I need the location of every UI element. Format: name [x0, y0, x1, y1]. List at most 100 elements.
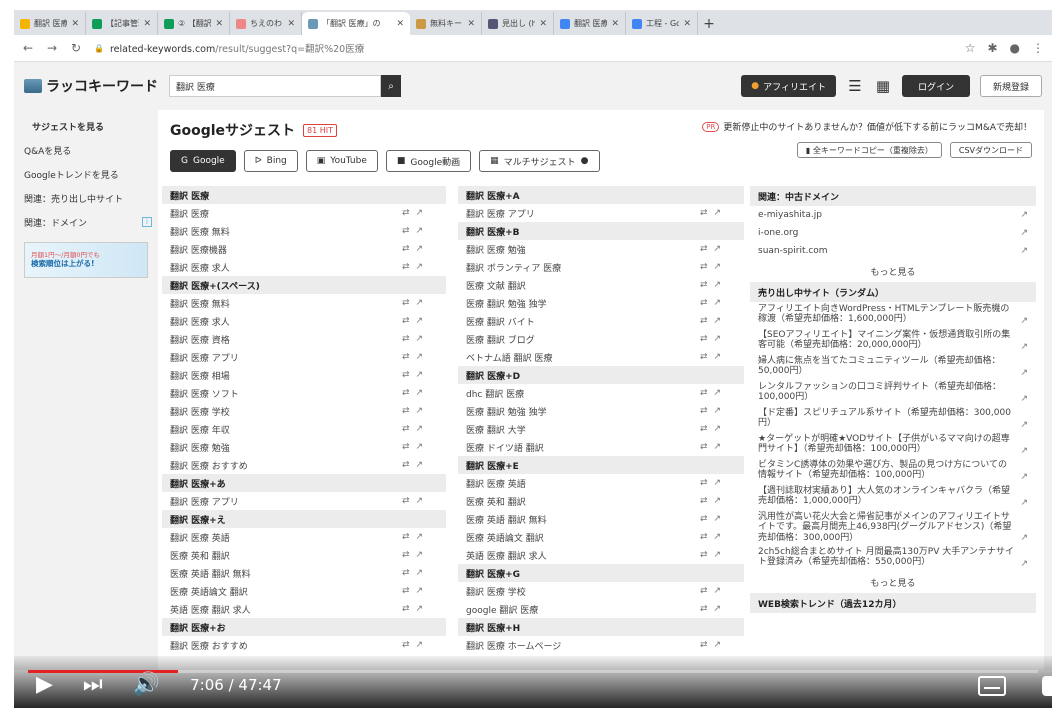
csv-download-button[interactable]: CSVダウンロード: [949, 142, 1032, 158]
keyword-row[interactable]: 翻訳 医療 求人 ⇄ ↗: [162, 258, 446, 276]
external-link-icon[interactable]: ↗: [714, 280, 722, 290]
affiliate-button[interactable]: ● アフィリエイト: [741, 75, 836, 97]
external-link-icon[interactable]: ↗: [714, 514, 722, 524]
site-for-sale-row[interactable]: ★ターゲットが明確★VODサイト【子供がいるママ向けの超専門サイト】（希望売却価…: [750, 432, 1036, 458]
related-search-icon[interactable]: ⇄: [700, 208, 708, 218]
browser-menu-icon[interactable]: ⋮: [1032, 41, 1044, 55]
back-icon[interactable]: ←: [22, 41, 34, 55]
external-link-icon[interactable]: ↗: [416, 532, 424, 542]
keyword-row[interactable]: 英語 医療 翻訳 求人 ⇄ ↗: [162, 600, 446, 618]
related-search-icon[interactable]: ⇄: [402, 550, 410, 560]
related-search-icon[interactable]: ⇄: [402, 208, 410, 218]
related-search-icon[interactable]: ⇄: [700, 496, 708, 506]
keyword-row[interactable]: 医療 翻訳 大学 ⇄ ↗: [458, 420, 744, 438]
external-link-icon[interactable]: ↗: [714, 550, 722, 560]
related-search-icon[interactable]: ⇄: [402, 442, 410, 452]
external-link-icon[interactable]: ↗: [1020, 394, 1028, 404]
site-description[interactable]: アフィリエイト向きWordPress・HTMLテンプレート販売機の稼渡（希望売却…: [758, 304, 1009, 324]
keyword-text[interactable]: 翻訳 医療 求人: [170, 261, 402, 274]
site-for-sale-row[interactable]: 汎用性が高い花火大会と帰省記事がメインのアフィリエイトサイトです。最高月間売上4…: [750, 510, 1036, 545]
search-icon[interactable]: ⌕: [381, 75, 401, 97]
keyword-row[interactable]: 翻訳 医療 無料 ⇄ ↗: [162, 294, 446, 312]
site-for-sale-row[interactable]: 【週刊誌取材実績あり】大人気のオンラインキャバクラ（希望売却価格：1,000,0…: [750, 484, 1036, 510]
sidebar-item-sites-for-sale[interactable]: 関連：売り出し中サイト: [14, 186, 158, 210]
external-link-icon[interactable]: ↗: [1020, 498, 1028, 508]
keyword-row[interactable]: 翻訳 医療 アプリ ⇄ ↗: [162, 348, 446, 366]
external-link-icon[interactable]: ↗: [714, 478, 722, 488]
keyword-text[interactable]: 翻訳 医療 アプリ: [466, 207, 700, 220]
keyword-text[interactable]: 翻訳 医療 おすすめ: [170, 459, 402, 472]
sidebar-item-trends[interactable]: Googleトレンドを見る: [14, 162, 158, 186]
related-search-icon[interactable]: ⇄: [700, 442, 708, 452]
related-search-icon[interactable]: ⇄: [700, 586, 708, 596]
keyword-text[interactable]: 医療 翻訳 バイト: [466, 315, 700, 328]
keyword-text[interactable]: 翻訳 医療 資格: [170, 333, 402, 346]
site-for-sale-row[interactable]: アフィリエイト向きWordPress・HTMLテンプレート販売機の稼渡（希望売却…: [750, 302, 1036, 328]
domain-name[interactable]: i-one.org: [758, 228, 1020, 238]
external-link-icon[interactable]: ↗: [416, 388, 424, 398]
related-search-icon[interactable]: ⇄: [402, 226, 410, 236]
keyword-text[interactable]: 翻訳 医療 アプリ: [170, 351, 402, 364]
external-link-icon[interactable]: ↗: [714, 586, 722, 596]
keyword-row[interactable]: ベトナム語 翻訳 医療 ⇄ ↗: [458, 348, 744, 366]
keyword-row[interactable]: 翻訳 医療 無料 ⇄ ↗: [162, 222, 446, 240]
external-link-icon[interactable]: ↗: [714, 388, 722, 398]
external-link-icon[interactable]: ↗: [416, 496, 424, 506]
browser-tab[interactable]: 【記事管理シー ✕: [86, 12, 158, 35]
site-for-sale-row[interactable]: 【SEOアフィリエイト】マイニング案件・仮想通貨取引所の集客可能（希望売却価格：…: [750, 328, 1036, 354]
external-link-icon[interactable]: ↗: [416, 568, 424, 578]
keyword-row[interactable]: 医療 翻訳 勉強 独学 ⇄ ↗: [458, 294, 744, 312]
external-link-icon[interactable]: ↗: [1020, 446, 1028, 456]
related-search-icon[interactable]: ⇄: [700, 388, 708, 398]
external-link-icon[interactable]: ↗: [416, 262, 424, 272]
external-link-icon[interactable]: ↗: [416, 424, 424, 434]
related-search-icon[interactable]: ⇄: [402, 640, 410, 650]
external-link-icon[interactable]: ↗: [1020, 246, 1028, 256]
keyword-row[interactable]: 翻訳 医療 アプリ ⇄ ↗: [162, 492, 446, 510]
keyword-text[interactable]: 医療 文献 翻訳: [466, 279, 700, 292]
volume-icon[interactable]: 🔊: [133, 674, 160, 696]
external-link-icon[interactable]: ↗: [416, 208, 424, 218]
related-search-icon[interactable]: ⇄: [402, 496, 410, 506]
keyword-row[interactable]: 医療 翻訳 バイト ⇄ ↗: [458, 312, 744, 330]
more-domains-link[interactable]: もっと見る: [750, 260, 1036, 282]
keyword-row[interactable]: 医療 英語論文 翻訳 ⇄ ↗: [162, 582, 446, 600]
keyword-row[interactable]: 翻訳 医療 英語 ⇄ ↗: [162, 528, 446, 546]
keyword-row[interactable]: 翻訳 医療 おすすめ ⇄ ↗: [162, 636, 446, 654]
browser-tab[interactable]: 無料キーワード ✕: [410, 12, 482, 35]
related-search-icon[interactable]: ⇄: [700, 280, 708, 290]
keyword-row[interactable]: 翻訳 医療 学校 ⇄ ↗: [162, 402, 446, 420]
external-link-icon[interactable]: ↗: [1020, 342, 1028, 352]
domain-name[interactable]: e-miyashita.jp: [758, 210, 1020, 220]
external-link-icon[interactable]: ↗: [416, 244, 424, 254]
play-icon[interactable]: ▶: [36, 674, 53, 696]
keyword-row[interactable]: 英語 医療 翻訳 求人 ⇄ ↗: [458, 546, 744, 564]
keyword-text[interactable]: 翻訳 医療 学校: [170, 405, 402, 418]
keyword-row[interactable]: 医療 翻訳 ブログ ⇄ ↗: [458, 330, 744, 348]
keyword-row[interactable]: 医療 英語 翻訳 無料 ⇄ ↗: [162, 564, 446, 582]
keyword-row[interactable]: 翻訳 医療 年収 ⇄ ↗: [162, 420, 446, 438]
keyword-text[interactable]: 翻訳 医療 学校: [466, 585, 700, 598]
extension-icon[interactable]: ✱: [987, 41, 997, 55]
external-link-icon[interactable]: ↗: [714, 208, 722, 218]
keyword-row[interactable]: google 翻訳 医療 ⇄ ↗: [458, 600, 744, 618]
related-search-icon[interactable]: ⇄: [700, 316, 708, 326]
keyword-text[interactable]: 翻訳 医療 おすすめ: [170, 639, 402, 652]
related-search-icon[interactable]: ⇄: [700, 640, 708, 650]
keyword-row[interactable]: 翻訳 医療 求人 ⇄ ↗: [162, 312, 446, 330]
keyword-text[interactable]: 翻訳 ボランティア 医療: [466, 261, 700, 274]
keyword-text[interactable]: 翻訳 医療 アプリ: [170, 495, 402, 508]
keyword-text[interactable]: 翻訳 医療 英語: [170, 531, 402, 544]
forward-icon[interactable]: →: [46, 41, 58, 55]
external-link-icon[interactable]: ↗: [416, 370, 424, 380]
register-button[interactable]: 新規登録: [979, 75, 1042, 97]
site-for-sale-row[interactable]: ビタミンC誘導体の効果や選び方、製品の見つけ方についての情報サイト（希望売却価格…: [750, 458, 1036, 484]
bookmark-star-icon[interactable]: ☆: [965, 41, 976, 55]
external-link-icon[interactable]: ↗: [1020, 316, 1028, 326]
browser-tab[interactable]: ② 【翻訳 医療】✕: [158, 12, 230, 35]
keyword-row[interactable]: 翻訳 医療 ホームページ ⇄ ↗: [458, 636, 744, 654]
close-tab-icon[interactable]: ✕: [539, 19, 547, 29]
external-link-icon[interactable]: ↗: [1020, 533, 1028, 543]
keyword-row[interactable]: 医療 文献 翻訳 ⇄ ↗: [458, 276, 744, 294]
related-search-icon[interactable]: ⇄: [402, 568, 410, 578]
